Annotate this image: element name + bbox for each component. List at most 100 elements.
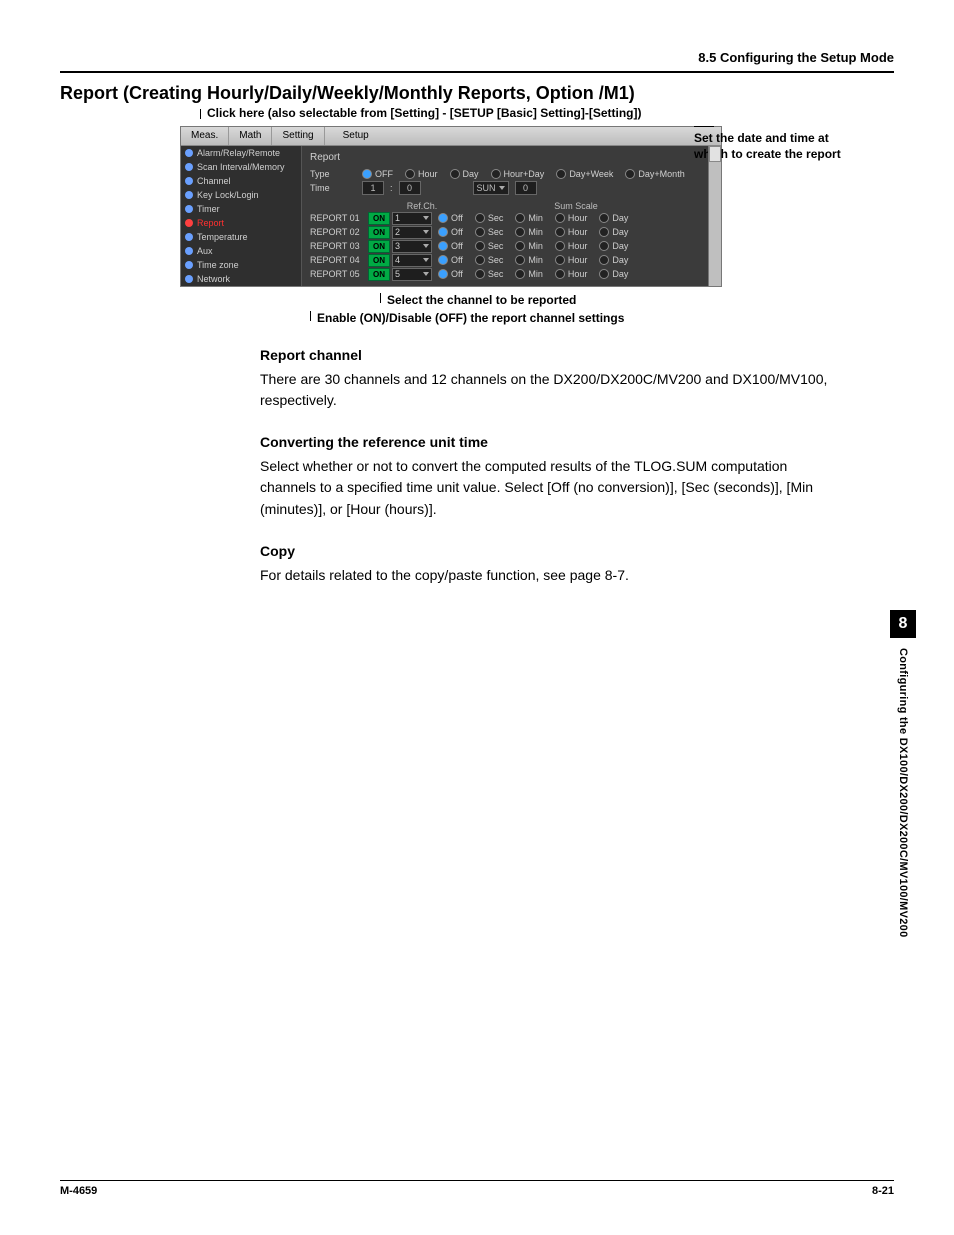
sidebar-item-channel[interactable]: Channel	[181, 174, 301, 188]
time-date-input[interactable]: 0	[515, 181, 537, 195]
menu-math[interactable]: Math	[229, 127, 272, 145]
sum-hour[interactable]: Hour	[555, 241, 592, 251]
menu-setting[interactable]: Setting	[272, 127, 324, 145]
on-toggle[interactable]: ON	[368, 212, 390, 225]
chevron-down-icon	[423, 244, 429, 248]
on-toggle[interactable]: ON	[368, 268, 390, 281]
bullet-icon	[185, 149, 193, 157]
col-sumscale: Sum Scale	[452, 201, 700, 211]
sidebar-item-temperature[interactable]: Temperature	[181, 230, 301, 244]
radio-icon	[438, 227, 448, 237]
chevron-down-icon	[423, 272, 429, 276]
sum-day[interactable]: Day	[599, 213, 632, 223]
scrollbar[interactable]	[708, 146, 721, 286]
time-hour-input[interactable]: 1	[362, 181, 384, 195]
sum-off[interactable]: Off	[438, 227, 467, 237]
refch-select[interactable]: 1	[392, 212, 432, 225]
para-report-channel: There are 30 channels and 12 channels on…	[260, 369, 834, 412]
radio-icon	[475, 241, 485, 251]
sidebar-item-alarm[interactable]: Alarm/Relay/Remote	[181, 146, 301, 160]
sum-hour[interactable]: Hour	[555, 227, 592, 237]
sidebar-item-network[interactable]: Network	[181, 272, 301, 286]
on-toggle[interactable]: ON	[368, 226, 390, 239]
callout-select-channel: Select the channel to be reported	[380, 293, 894, 307]
type-day[interactable]: Day	[450, 169, 479, 179]
menu-setup[interactable]: Setup	[333, 127, 379, 145]
sidebar-item-aux[interactable]: Aux	[181, 244, 301, 258]
bullet-icon	[185, 247, 193, 255]
radio-icon	[438, 255, 448, 265]
type-off[interactable]: OFF	[362, 169, 393, 179]
heading-copy: Copy	[260, 541, 834, 563]
scroll-thumb[interactable]	[709, 146, 721, 162]
type-label: Type	[310, 169, 356, 179]
radio-icon	[555, 241, 565, 251]
sum-off[interactable]: Off	[438, 255, 467, 265]
radio-icon	[515, 227, 525, 237]
refch-select[interactable]: 4	[392, 254, 432, 267]
sum-sec[interactable]: Sec	[475, 241, 508, 251]
app-screenshot: Meas. Math Setting Setup Alarm/Relay/Rem…	[180, 126, 722, 287]
refch-select[interactable]: 5	[392, 268, 432, 281]
sum-day[interactable]: Day	[599, 241, 632, 251]
bullet-icon	[185, 219, 193, 227]
refch-select[interactable]: 3	[392, 240, 432, 253]
report-row: REPORT 02ON2OffSecMinHourDay	[310, 225, 700, 239]
section-header: 8.5 Configuring the Setup Mode	[60, 50, 894, 65]
bullet-icon	[185, 177, 193, 185]
sum-off[interactable]: Off	[438, 213, 467, 223]
sidebar-item-keylock[interactable]: Key Lock/Login	[181, 188, 301, 202]
group-label: Report	[310, 152, 700, 163]
row-name: REPORT 04	[310, 255, 368, 265]
radio-icon	[515, 269, 525, 279]
sum-sec[interactable]: Sec	[475, 255, 508, 265]
sidebar: Alarm/Relay/Remote Scan Interval/Memory …	[181, 146, 302, 286]
report-row: REPORT 04ON4 Off Sec Min Hour Day	[310, 253, 700, 267]
time-day-select[interactable]: SUN	[473, 181, 509, 195]
sum-min[interactable]: Min	[515, 269, 547, 279]
sum-day[interactable]: Day	[599, 269, 632, 279]
bullet-icon	[185, 275, 193, 283]
type-daymonth[interactable]: Day+Month	[625, 169, 684, 179]
header-rule	[60, 71, 894, 73]
sidebar-item-report[interactable]: Report	[181, 216, 301, 230]
chevron-down-icon	[423, 230, 429, 234]
radio-icon	[475, 255, 485, 265]
menu-meas[interactable]: Meas.	[181, 127, 229, 145]
sum-sec[interactable]: Sec	[475, 269, 508, 279]
chapter-side-title: Configuring the DX100/DX200/DX200C/MV100…	[897, 648, 909, 938]
sum-hour[interactable]: Hour	[555, 269, 592, 279]
sum-min[interactable]: Min	[515, 227, 547, 237]
type-dayweek[interactable]: Day+Week	[556, 169, 613, 179]
sum-hour[interactable]: Hour	[555, 255, 592, 265]
sum-min[interactable]: Min	[515, 255, 547, 265]
sidebar-item-timezone[interactable]: Time zone	[181, 258, 301, 272]
radio-icon	[475, 213, 485, 223]
radio-icon	[438, 269, 448, 279]
on-toggle[interactable]: ON	[368, 240, 390, 253]
radio-icon	[515, 213, 525, 223]
on-toggle[interactable]: ON	[368, 254, 390, 267]
sum-min[interactable]: Min	[515, 213, 547, 223]
type-hour[interactable]: Hour	[405, 169, 438, 179]
sidebar-item-timer[interactable]: Timer	[181, 202, 301, 216]
heading-report-channel: Report channel	[260, 345, 834, 367]
report-row: REPORT 01ON1OffSecMinHourDay	[310, 211, 700, 225]
time-label: Time	[310, 183, 356, 193]
callout-enable-disable: Enable (ON)/Disable (OFF) the report cha…	[310, 311, 894, 325]
type-hourday[interactable]: Hour+Day	[491, 169, 545, 179]
bullet-icon	[185, 163, 193, 171]
sidebar-item-scan[interactable]: Scan Interval/Memory	[181, 160, 301, 174]
sum-day[interactable]: Day	[599, 227, 632, 237]
sum-off[interactable]: Off	[438, 269, 467, 279]
sum-sec[interactable]: Sec	[475, 227, 508, 237]
radio-icon	[362, 169, 372, 179]
sum-min[interactable]: Min	[515, 241, 547, 251]
chapter-number: 8	[890, 610, 916, 638]
sum-off[interactable]: Off	[438, 241, 467, 251]
refch-select[interactable]: 2	[392, 226, 432, 239]
sum-day[interactable]: Day	[599, 255, 632, 265]
sum-hour[interactable]: Hour	[555, 213, 592, 223]
time-min-input[interactable]: 0	[399, 181, 421, 195]
sum-sec[interactable]: Sec	[475, 213, 508, 223]
